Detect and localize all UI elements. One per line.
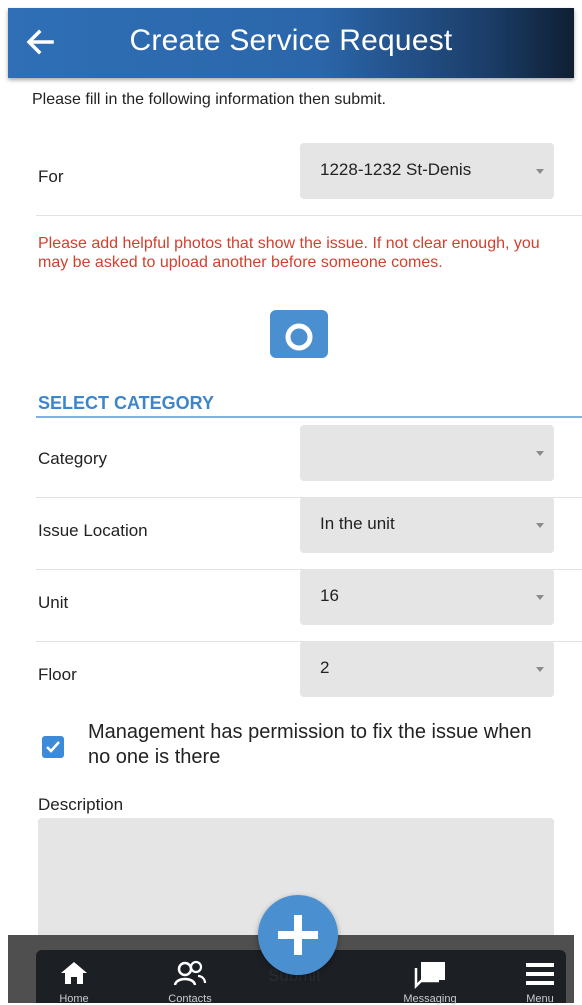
chevron-down-icon xyxy=(536,523,544,528)
floor-label: Floor xyxy=(38,665,77,684)
description-label: Description xyxy=(38,795,124,814)
chevron-down-icon xyxy=(536,169,544,174)
nav-menu-label: Menu xyxy=(526,993,554,1005)
nav-messaging[interactable]: Messaging xyxy=(388,950,472,1005)
nav-menu[interactable]: Menu xyxy=(498,950,582,1005)
page-title: Create Service Request xyxy=(129,24,453,57)
for-row: For 1228-1232 St-Denis xyxy=(36,143,582,216)
nav-messaging-label: Messaging xyxy=(403,993,457,1005)
section-title: SELECT CATEGORY xyxy=(38,393,215,413)
category-label: Category xyxy=(38,449,107,468)
category-row: Category xyxy=(36,425,582,498)
issue-location-select-value: In the unit xyxy=(320,514,395,533)
property-select-value: 1228-1232 St-Denis xyxy=(320,160,472,179)
menu-icon xyxy=(526,963,554,985)
floor-select[interactable]: 2 xyxy=(300,641,554,697)
permission-label: Management has permission to fix the iss… xyxy=(88,721,532,768)
checkmark-icon xyxy=(46,741,60,753)
home-icon xyxy=(61,962,87,984)
nav-home-label: Home xyxy=(59,993,89,1005)
category-select[interactable] xyxy=(300,425,554,481)
unit-select[interactable]: 16 xyxy=(300,569,554,625)
chevron-down-icon xyxy=(536,451,544,456)
issue-location-label: Issue Location xyxy=(38,521,148,540)
chevron-down-icon xyxy=(536,667,544,672)
unit-label: Unit xyxy=(38,593,69,612)
floor-select-value: 2 xyxy=(320,658,330,677)
submit-button[interactable] xyxy=(258,895,338,975)
unit-row: Unit 16 xyxy=(36,569,582,642)
issue-location-row: Issue Location In the unit xyxy=(36,497,582,570)
unit-select-value: 16 xyxy=(320,586,339,605)
nav-contacts-label: Contacts xyxy=(168,993,212,1005)
intro-text: Please fill in the following information… xyxy=(32,91,386,108)
contacts-icon xyxy=(173,960,207,986)
chevron-down-icon xyxy=(536,595,544,600)
floor-row: Floor 2 xyxy=(36,641,582,713)
app-header: Create Service Request xyxy=(8,8,574,78)
for-label: For xyxy=(38,167,64,186)
section-divider xyxy=(36,416,582,418)
messaging-icon xyxy=(414,962,445,990)
issue-location-select[interactable]: In the unit xyxy=(300,497,554,553)
camera-icon xyxy=(285,323,313,351)
nav-contacts[interactable]: Contacts xyxy=(148,950,232,1005)
plus-icon xyxy=(278,915,318,955)
camera-button[interactable] xyxy=(270,310,328,358)
photo-warning: Please add helpful photos that show the … xyxy=(38,235,540,271)
permission-checkbox[interactable] xyxy=(42,736,64,758)
property-select[interactable]: 1228-1232 St-Denis xyxy=(300,143,554,199)
nav-home[interactable]: Home xyxy=(32,950,116,1005)
